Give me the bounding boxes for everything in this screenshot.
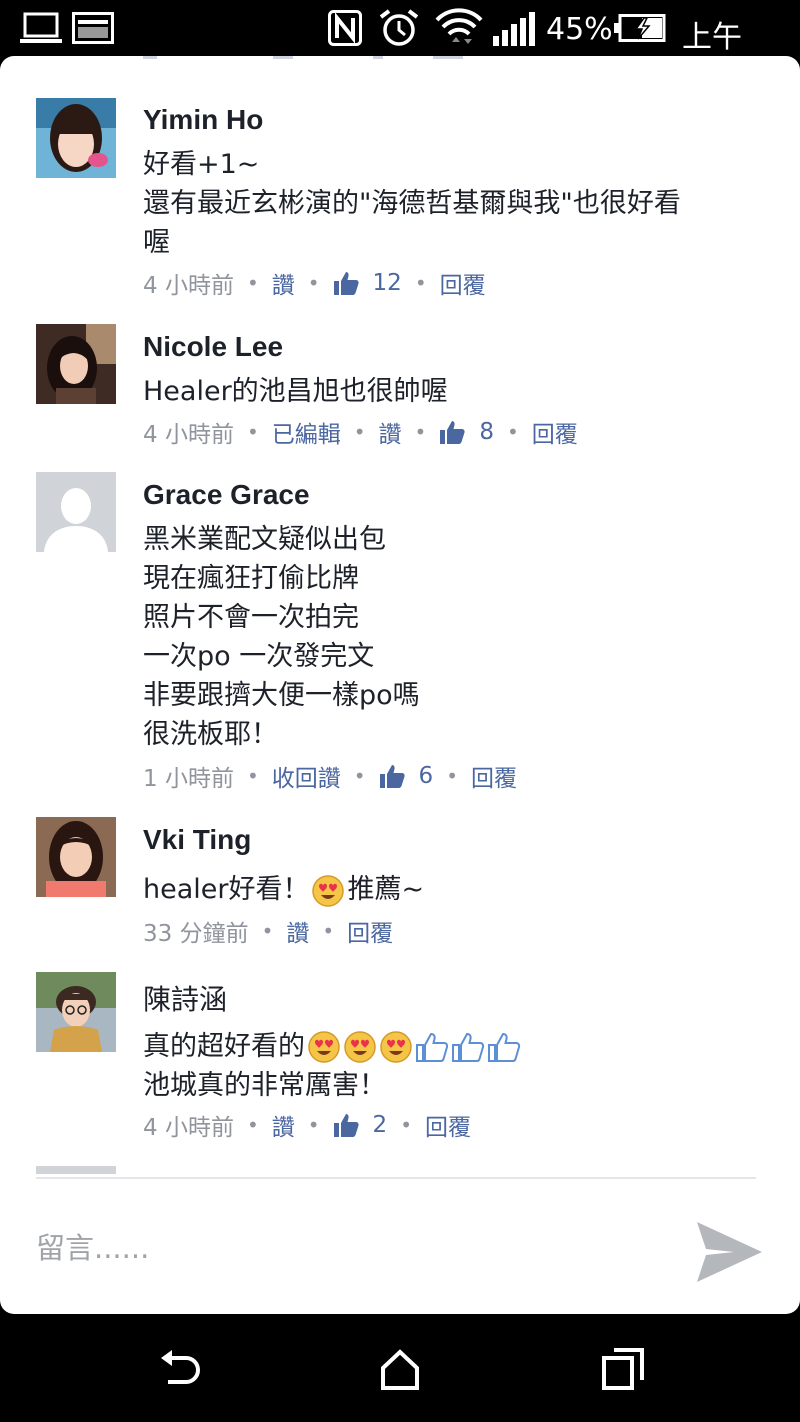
like-link[interactable]: 讚 (379, 415, 402, 449)
thumbs-up-emoji-icon (416, 1032, 449, 1062)
unlike-link[interactable]: 收回讚 (272, 759, 341, 793)
commenter-name[interactable]: Vki Ting (143, 824, 251, 856)
thumbs-up-icon (440, 421, 465, 444)
laptop-icon (20, 12, 62, 43)
avatar[interactable] (36, 98, 116, 178)
comments-panel: Yimin Ho 好看+1~ 還有最近玄彬演的"海德哲基爾與我"也很好看 喔 4… (0, 56, 800, 1314)
like-link[interactable]: 讚 (286, 914, 309, 948)
timestamp: 4 小時前 (143, 1115, 234, 1141)
reply-link[interactable]: 回覆 (532, 415, 578, 449)
heart-eyes-emoji-icon (344, 1030, 376, 1063)
battery-percent: 45% (546, 12, 613, 47)
battery-icon (614, 14, 666, 42)
comment-input[interactable] (36, 1223, 656, 1273)
recents-icon[interactable] (600, 1346, 646, 1392)
comment-text: Healer的池昌旭也很帥喔 (143, 376, 448, 407)
thumbs-up-emoji-icon (452, 1032, 485, 1062)
alarm-icon (379, 9, 419, 46)
thumbs-up-icon (333, 1114, 359, 1137)
timestamp: 1 小時前 (143, 766, 234, 792)
timestamp: 4 小時前 (143, 422, 234, 448)
heart-eyes-emoji-icon (308, 1030, 340, 1063)
home-icon[interactable] (377, 1346, 423, 1392)
comment-text: 真的超好看的 池城真的非常厲害！ (143, 1027, 521, 1105)
avatar[interactable] (36, 324, 116, 404)
thumbs-up-icon (333, 272, 359, 295)
gallery-icon (72, 12, 114, 44)
reply-link[interactable]: 回覆 (347, 914, 393, 948)
comment-meta: 33 分鐘前 • 讚 • 回覆 (143, 914, 393, 948)
status-bar: 45% 上午5:21 (0, 0, 800, 91)
default-avatar-icon (36, 472, 116, 552)
timestamp: 4 小時前 (143, 273, 234, 299)
comment-meta: 4 小時前 • 讚 • 12 • 回覆 (143, 266, 486, 300)
commenter-name[interactable]: Yimin Ho (143, 104, 263, 136)
like-link[interactable]: 讚 (272, 1108, 295, 1142)
comment-text: 好看+1~ 還有最近玄彬演的"海德哲基爾與我"也很好看 喔 (143, 149, 681, 258)
avatar[interactable] (36, 972, 116, 1052)
signal-icon (493, 12, 535, 46)
wifi-icon (435, 8, 483, 44)
commenter-name[interactable]: Nicole Lee (143, 331, 283, 363)
like-count[interactable]: 6 (379, 763, 433, 789)
cut-off-row (143, 56, 473, 62)
like-count[interactable]: 12 (333, 270, 402, 296)
navigation-bar (0, 1314, 800, 1422)
comment-meta: 4 小時前 • 讚 • 2 • 回覆 (143, 1108, 471, 1142)
reply-link[interactable]: 回覆 (425, 1108, 471, 1142)
back-icon[interactable] (156, 1346, 202, 1392)
avatar[interactable] (36, 1166, 116, 1174)
avatar[interactable] (36, 472, 116, 552)
comment-composer (0, 1179, 800, 1314)
heart-eyes-emoji-icon (380, 1030, 412, 1063)
send-icon[interactable] (694, 1219, 764, 1285)
comment-text: 黑米業配文疑似出包 現在瘋狂打偷比牌 照片不會一次拍完 一次po 一次發完文 非… (143, 524, 420, 750)
comment-text: healer好看！ 推薦~ (143, 870, 424, 909)
timestamp: 33 分鐘前 (143, 921, 249, 947)
avatar[interactable] (36, 817, 116, 897)
reply-link[interactable]: 回覆 (440, 266, 486, 300)
commenter-name[interactable]: 陳詩涵 (143, 978, 227, 1018)
nfc-icon (328, 10, 362, 46)
comment-meta: 4 小時前 • 已編輯 • 讚 • 8 • 回覆 (143, 415, 578, 449)
edited-label[interactable]: 已編輯 (272, 415, 341, 449)
heart-eyes-emoji-icon (312, 874, 345, 907)
thumbs-up-emoji-icon (488, 1032, 521, 1062)
like-count[interactable]: 2 (333, 1112, 387, 1138)
thumbs-up-icon (379, 765, 405, 788)
like-link[interactable]: 讚 (272, 266, 295, 300)
reply-link[interactable]: 回覆 (471, 759, 517, 793)
commenter-name[interactable]: Grace Grace (143, 479, 310, 511)
like-count[interactable]: 8 (439, 419, 494, 445)
comment-meta: 1 小時前 • 收回讚 • 6 • 回覆 (143, 759, 517, 793)
